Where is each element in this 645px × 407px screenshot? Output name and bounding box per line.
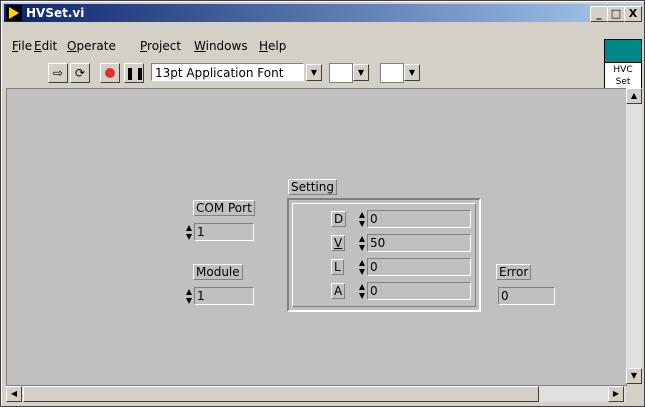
menu-windows[interactable]: Windows <box>194 39 248 53</box>
title-bar[interactable]: HVSet.vi _ □ X <box>4 4 642 22</box>
error-indicator: 0 <box>498 287 555 305</box>
setting-a-label: A <box>331 283 346 299</box>
minimize-button[interactable]: _ <box>590 6 608 22</box>
module-spinner[interactable] <box>186 288 192 306</box>
scroll-down-arrow[interactable]: ▼ <box>626 368 642 384</box>
setting-d-label: D <box>331 211 347 227</box>
setting-d-spinner[interactable] <box>359 211 365 229</box>
font-dropdown-arrow[interactable]: ▼ <box>306 64 322 81</box>
menu-project[interactable]: Project <box>140 39 181 53</box>
setting-a-field[interactable]: 0 <box>367 282 471 300</box>
menu-help[interactable]: Help <box>259 39 286 53</box>
scroll-left-arrow[interactable]: ◀ <box>6 386 22 402</box>
horizontal-scrollbar[interactable]: ◀ ▶ <box>6 386 626 402</box>
menu-operate[interactable]: Operate <box>67 39 116 53</box>
font-selector[interactable]: 13pt Application Font <box>151 63 304 81</box>
toolbar: ⇨ ⟳ ❚❚ 13pt Application Font ▼ ▼ ▼ <box>4 61 604 83</box>
setting-cluster: D 0 V 50 L 0 A 0 <box>287 198 481 312</box>
setting-l-label: L <box>331 259 344 275</box>
vi-window: HVSet.vi _ □ X File Edit Operate Project… <box>0 0 645 407</box>
error-label: Error <box>496 264 532 280</box>
gauge-icon <box>605 40 641 63</box>
run-continuously-icon[interactable]: ⟳ <box>70 63 90 83</box>
setting-a-spinner[interactable] <box>359 283 365 301</box>
vi-icon-line1: HVC <box>613 65 633 75</box>
com-port-field[interactable]: 1 <box>194 223 254 241</box>
module-label: Module <box>193 264 243 280</box>
close-button[interactable]: X <box>624 6 642 22</box>
vertical-scrollbar[interactable]: ▲ ▼ <box>626 88 642 384</box>
menu-file[interactable]: File <box>12 39 32 53</box>
menu-edit[interactable]: Edit <box>34 39 57 53</box>
setting-label: Setting <box>288 179 337 195</box>
module-field[interactable]: 1 <box>194 287 254 305</box>
setting-v-label: V <box>331 235 346 251</box>
maximize-button[interactable]: □ <box>607 6 625 22</box>
com-port-label: COM Port <box>193 200 255 216</box>
setting-l-spinner[interactable] <box>359 259 365 277</box>
setting-v-field[interactable]: 50 <box>367 234 471 252</box>
com-port-spinner[interactable] <box>186 224 192 242</box>
setting-l-field[interactable]: 0 <box>367 258 471 276</box>
vi-icon: HVC Set <box>604 39 642 89</box>
labview-app-icon <box>6 5 22 21</box>
pause-icon[interactable]: ❚❚ <box>124 63 145 83</box>
setting-v-spinner[interactable] <box>359 235 365 253</box>
window-title: HVSet.vi <box>26 6 85 20</box>
scroll-right-arrow[interactable]: ▶ <box>608 386 624 402</box>
run-arrow-icon[interactable]: ⇨ <box>48 63 68 83</box>
scroll-up-arrow[interactable]: ▲ <box>626 88 642 104</box>
align-objects-icon[interactable] <box>329 63 353 83</box>
distribute-objects-icon[interactable] <box>380 63 404 83</box>
setting-d-field[interactable]: 0 <box>367 210 471 228</box>
abort-icon[interactable] <box>100 63 120 83</box>
distribute-dropdown-arrow[interactable]: ▼ <box>404 64 420 81</box>
horizontal-scroll-thumb[interactable] <box>23 386 539 402</box>
align-dropdown-arrow[interactable]: ▼ <box>353 64 369 81</box>
vi-icon-line2: Set <box>615 77 631 87</box>
